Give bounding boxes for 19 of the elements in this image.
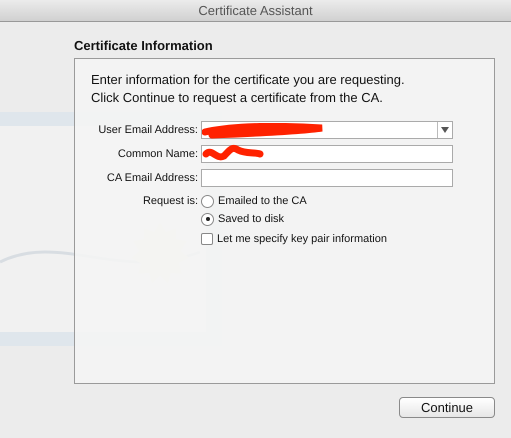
dropdown-arrow-icon <box>437 122 452 138</box>
checkbox-label: Let me specify key pair information <box>217 232 387 247</box>
radio-label: Saved to disk <box>218 212 284 227</box>
checkbox[interactable] <box>201 233 213 245</box>
radio-button[interactable] <box>201 212 214 226</box>
field-label: User Email Address: <box>97 122 199 138</box>
field-label: CA Email Address: <box>106 170 199 186</box>
radio-button[interactable] <box>201 194 214 208</box>
combo-box[interactable] <box>201 121 453 139</box>
continue-button[interactable]: Continue <box>399 397 495 418</box>
instruction-text: Click Continue to request a certificate from the CA. <box>91 89 384 107</box>
section-title: Certificate Information <box>74 38 214 54</box>
radio-label: Emailed to the CA <box>218 194 307 209</box>
field-label: Request is: <box>142 194 199 209</box>
field-label: Common Name: <box>116 146 199 162</box>
window-title: Certificate Assistant <box>198 2 313 20</box>
text-field[interactable] <box>201 145 453 163</box>
instruction-text: Enter information for the certificate you are requesting. <box>91 71 406 89</box>
text-field[interactable] <box>201 169 453 187</box>
